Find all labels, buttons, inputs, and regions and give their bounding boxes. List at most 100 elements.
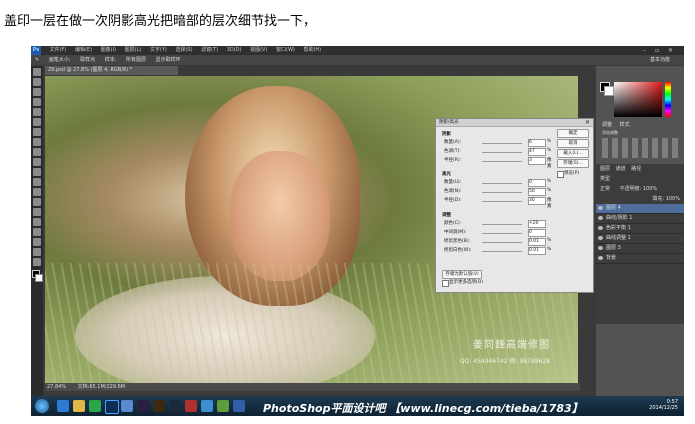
adjust-value-field[interactable]: +20	[528, 220, 546, 228]
workspace-select[interactable]: 基本功能	[650, 55, 670, 65]
tab-adjustments[interactable]: 调整	[602, 122, 612, 128]
shadow-value-field[interactable]: 3	[528, 157, 546, 165]
shadow-value-field[interactable]: 6	[528, 139, 546, 147]
tab-channels[interactable]: 通道	[616, 166, 626, 172]
menu-file[interactable]: 文件(F)	[50, 47, 67, 53]
menu-help[interactable]: 帮助(H)	[303, 47, 321, 53]
adjustment-icons-grid[interactable]	[602, 138, 678, 158]
maximize-icon[interactable]: ▫	[655, 47, 659, 54]
visibility-eye-icon[interactable]	[598, 216, 603, 220]
visibility-eye-icon[interactable]	[598, 256, 603, 260]
app-task-icon-blue[interactable]	[233, 400, 245, 412]
adjust-slider[interactable]	[482, 233, 522, 234]
ok-button[interactable]: 确定	[557, 129, 589, 138]
menu-window[interactable]: 窗口(W)	[276, 47, 295, 53]
crop-tool-icon[interactable]	[33, 108, 41, 116]
fill-field[interactable]: 填充: 100%	[652, 196, 680, 202]
app-task-icon-red[interactable]	[185, 400, 197, 412]
minimize-icon[interactable]: –	[643, 47, 646, 54]
sample-select[interactable]: 所有图层	[126, 57, 146, 63]
load-button[interactable]: 载入(L)...	[557, 149, 589, 158]
bridge-task-icon[interactable]	[137, 400, 149, 412]
document-tab[interactable]: 29.psd @ 27.8% (图层 4, RGB/8) *	[45, 66, 178, 75]
marquee-tool-icon[interactable]	[33, 78, 41, 86]
sample-mode-select[interactable]: 取样点	[80, 57, 95, 63]
layer-row[interactable]: 曲线/阴影 1	[596, 214, 684, 224]
close-icon[interactable]: ✕	[668, 47, 673, 54]
more-options-checkbox[interactable]	[442, 280, 449, 287]
visibility-eye-icon[interactable]	[598, 206, 603, 210]
clone-stamp-tool-icon[interactable]	[33, 148, 41, 156]
blend-mode-select[interactable]: 正常	[600, 186, 610, 192]
quick-select-tool-icon[interactable]	[33, 98, 41, 106]
brush-tool-icon[interactable]	[33, 138, 41, 146]
highlight-slider[interactable]	[482, 192, 522, 193]
color-picker-field[interactable]	[614, 82, 662, 117]
layer-row[interactable]: 色彩平衡 1	[596, 224, 684, 234]
menu-3d[interactable]: 3D(D)	[227, 47, 242, 53]
tab-paths[interactable]: 路径	[631, 166, 641, 172]
background-color-swatch[interactable]	[35, 274, 43, 282]
menu-type[interactable]: 文字(Y)	[150, 47, 167, 53]
hand-tool-icon[interactable]	[33, 248, 41, 256]
gradient-tool-icon[interactable]	[33, 178, 41, 186]
layer-row[interactable]: 曲线调整 1	[596, 234, 684, 244]
eraser-tool-icon[interactable]	[33, 168, 41, 176]
layer-row[interactable]: 图层 4	[596, 204, 684, 214]
photoshop-task-icon[interactable]	[105, 400, 119, 414]
layer-row[interactable]: 背景	[596, 254, 684, 264]
blur-tool-icon[interactable]	[33, 188, 41, 196]
menu-edit[interactable]: 编辑(E)	[75, 47, 92, 53]
move-tool-icon[interactable]	[33, 68, 41, 76]
start-button-icon[interactable]	[35, 399, 49, 413]
dodge-tool-icon[interactable]	[33, 198, 41, 206]
highlight-value-field[interactable]: 30	[528, 197, 546, 205]
save-button[interactable]: 存储(S)...	[557, 159, 589, 168]
visibility-eye-icon[interactable]	[598, 236, 603, 240]
opacity-field[interactable]: 不透明度: 100%	[620, 186, 658, 192]
adjust-slider[interactable]	[482, 251, 522, 252]
shadow-slider[interactable]	[482, 143, 522, 144]
file-explorer-icon[interactable]	[73, 400, 85, 412]
panel-background-swatch[interactable]	[604, 86, 614, 96]
app-task-icon-green[interactable]	[217, 400, 229, 412]
save-default-button[interactable]: 存储为默认值(V)	[442, 270, 482, 279]
highlight-slider[interactable]	[482, 201, 522, 202]
shadow-value-field[interactable]: 47	[528, 148, 546, 156]
lightroom-task-icon[interactable]	[169, 400, 181, 412]
adjust-value-field[interactable]: 0	[528, 229, 546, 237]
type-tool-icon[interactable]	[33, 218, 41, 226]
pen-tool-icon[interactable]	[33, 208, 41, 216]
healing-brush-tool-icon[interactable]	[33, 128, 41, 136]
layer-row[interactable]: 图层 3	[596, 244, 684, 254]
shape-tool-icon[interactable]	[33, 238, 41, 246]
shadow-slider[interactable]	[482, 161, 522, 162]
menu-filter[interactable]: 滤镜(T)	[201, 47, 218, 53]
adjust-value-field[interactable]: 0.01	[528, 247, 546, 255]
highlight-value-field[interactable]: 50	[528, 188, 546, 196]
eyedropper-tool-icon[interactable]	[33, 118, 41, 126]
menu-select[interactable]: 选择(S)	[175, 47, 192, 53]
menu-image[interactable]: 图像(I)	[101, 47, 116, 53]
dialog-close-icon[interactable]: ✕	[585, 119, 590, 126]
cancel-button[interactable]: 取消	[557, 139, 589, 148]
hue-slider[interactable]	[665, 82, 671, 117]
lasso-tool-icon[interactable]	[33, 88, 41, 96]
eyedropper-icon[interactable]: ✎	[35, 57, 39, 63]
zoom-tool-icon[interactable]	[33, 258, 41, 266]
adjust-slider[interactable]	[482, 242, 522, 243]
highlight-slider[interactable]	[482, 183, 522, 184]
path-select-tool-icon[interactable]	[33, 228, 41, 236]
app-task-icon[interactable]	[121, 400, 133, 412]
shadow-slider[interactable]	[482, 152, 522, 153]
qq-task-icon[interactable]	[201, 400, 213, 412]
adjust-value-field[interactable]: 0.01	[528, 238, 546, 246]
menu-layer[interactable]: 图层(L)	[125, 47, 142, 53]
menu-view[interactable]: 视图(V)	[250, 47, 267, 53]
highlight-value-field[interactable]: 0	[528, 179, 546, 187]
show-ring-checkbox[interactable]: 显示取样环	[156, 57, 181, 63]
adjust-slider[interactable]	[482, 224, 522, 225]
layer-kind-select[interactable]: 类型	[600, 176, 610, 182]
illustrator-task-icon[interactable]	[153, 400, 165, 412]
color-swatches[interactable]	[31, 270, 43, 284]
